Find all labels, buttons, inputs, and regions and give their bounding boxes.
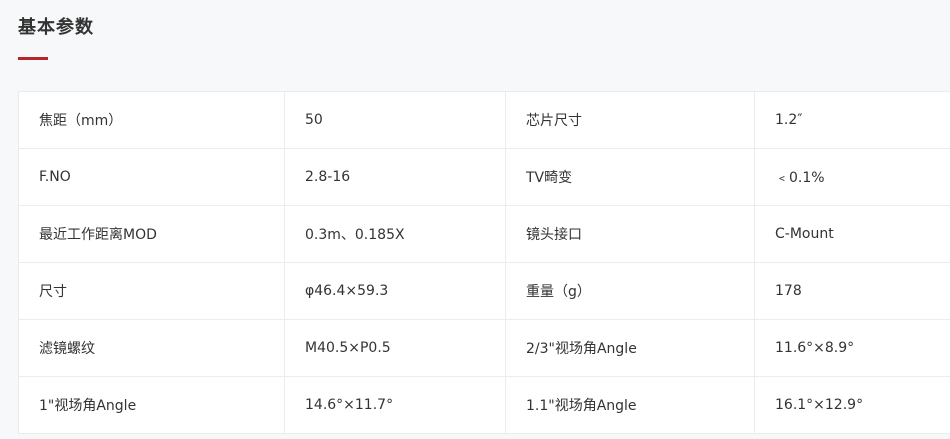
table-row: 尺寸 φ46.4×59.3 重量（g） 178 [18, 262, 950, 320]
title-underline [18, 57, 48, 60]
spec-label: 重量（g） [505, 262, 755, 320]
table-row: 1"视场角Angle 14.6°×11.7° 1.1"视场角Angle 16.1… [18, 376, 950, 434]
spec-label: 1.1"视场角Angle [505, 376, 755, 434]
spec-value: M40.5×P0.5 [284, 319, 506, 377]
table-row: 焦距（mm） 50 芯片尺寸 1.2″ [18, 91, 950, 149]
spec-label: 2/3"视场角Angle [505, 319, 755, 377]
spec-label: 尺寸 [18, 262, 285, 320]
spec-label: F.NO [18, 148, 285, 206]
spec-value: 1.2″ [754, 91, 950, 149]
spec-label: 滤镜螺纹 [18, 319, 285, 377]
spec-label: 最近工作距离MOD [18, 205, 285, 263]
spec-value: φ46.4×59.3 [284, 262, 506, 320]
spec-value: 11.6°×8.9° [754, 319, 950, 377]
table-row: 最近工作距离MOD 0.3m、0.185X 镜头接口 C-Mount [18, 205, 950, 263]
table-row: F.NO 2.8-16 TV畸变 ﹤0.1% [18, 148, 950, 206]
table-row: 滤镜螺纹 M40.5×P0.5 2/3"视场角Angle 11.6°×8.9° [18, 319, 950, 377]
spec-value: 178 [754, 262, 950, 320]
spec-value: C-Mount [754, 205, 950, 263]
spec-value: 16.1°×12.9° [754, 376, 950, 434]
spec-label: 芯片尺寸 [505, 91, 755, 149]
spec-value: 50 [284, 91, 506, 149]
spec-label: 镜头接口 [505, 205, 755, 263]
spec-value: ﹤0.1% [754, 148, 950, 206]
spec-value: 14.6°×11.7° [284, 376, 506, 434]
specs-table: 焦距（mm） 50 芯片尺寸 1.2″ F.NO 2.8-16 TV畸变 ﹤0.… [18, 91, 950, 434]
spec-label: 1"视场角Angle [18, 376, 285, 434]
spec-value: 2.8-16 [284, 148, 506, 206]
spec-label: TV畸变 [505, 148, 755, 206]
section-title: 基本参数 [18, 17, 94, 38]
spec-label: 焦距（mm） [18, 91, 285, 149]
spec-value: 0.3m、0.185X [284, 205, 506, 263]
